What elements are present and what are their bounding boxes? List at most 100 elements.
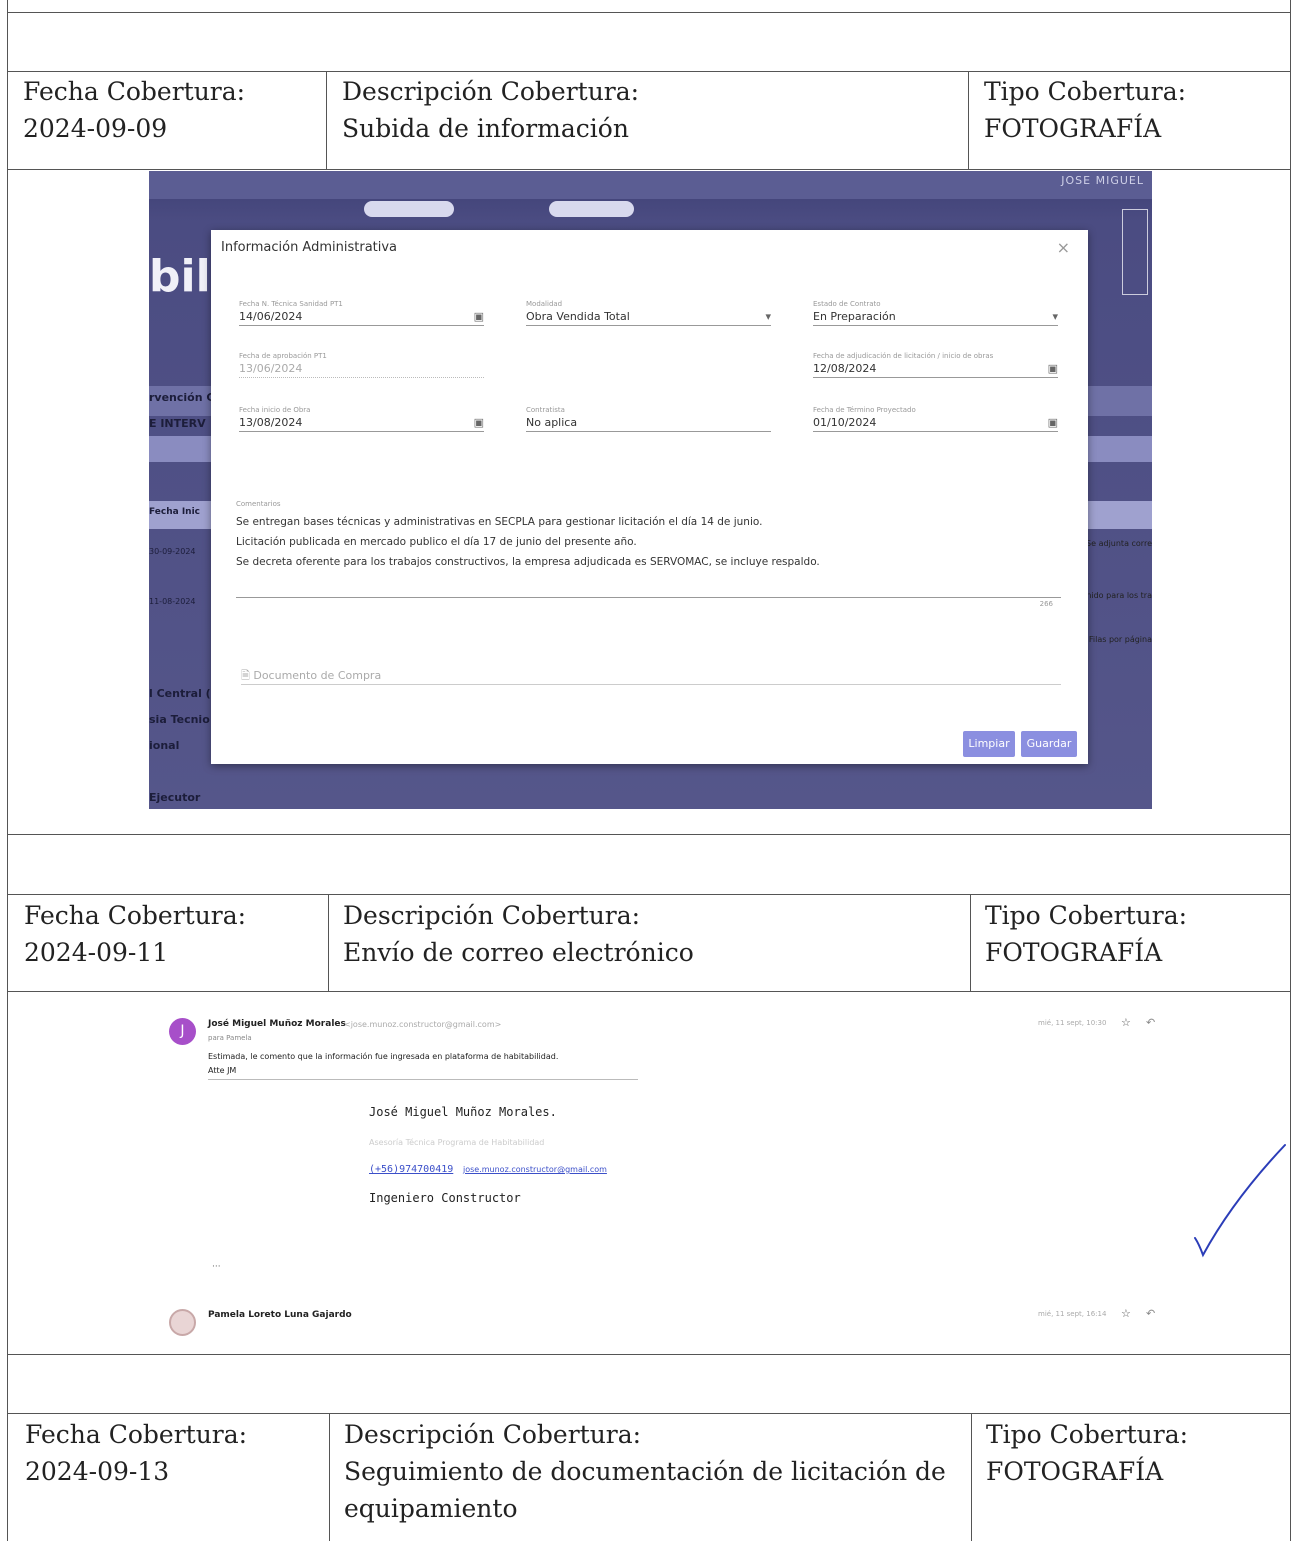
field-label: Fecha de adjudicación de licitación / in…	[813, 352, 994, 360]
checkmark-icon	[1194, 1144, 1286, 1258]
coverage-date-value: 2024-09-09	[23, 114, 168, 143]
table-border	[8, 834, 1290, 835]
field-value: 12/08/2024 ▣	[813, 362, 1058, 378]
show-trimmed-icon[interactable]: ···	[212, 1262, 221, 1272]
field-label: Contratista	[526, 406, 565, 414]
signature-name: José Miguel Muñoz Morales.	[369, 1105, 557, 1119]
field-modalidad[interactable]: Modalidad Obra Vendida Total ▾	[526, 300, 771, 326]
field-value: Obra Vendida Total ▾	[526, 310, 771, 326]
table-border	[8, 169, 1290, 170]
table-border	[8, 1413, 1290, 1414]
coverage-type-label: Tipo Cobertura:	[986, 1420, 1189, 1449]
chevron-down-icon[interactable]: ▾	[1052, 310, 1058, 323]
admin-info-modal: Información Administrativa × Fecha N. Té…	[211, 230, 1088, 764]
coverage-description-value: Envío de correo electrónico	[343, 938, 694, 967]
coverage-type-label: Tipo Cobertura:	[985, 901, 1188, 930]
field-value: En Preparación ▾	[813, 310, 1058, 326]
bg-label: sia Tecnio	[149, 713, 210, 726]
bg-label: Filas por página	[1088, 635, 1152, 644]
sender-email: <jose.munoz.constructor@gmail.com>	[344, 1020, 502, 1029]
calendar-icon[interactable]: ▣	[1048, 362, 1058, 375]
calendar-icon[interactable]: ▣	[474, 310, 484, 323]
star-icon[interactable]: ☆	[1121, 1016, 1131, 1029]
chevron-down-icon[interactable]: ▾	[765, 310, 771, 323]
avatar	[169, 1309, 196, 1336]
document-placeholder: Documento de Compra	[253, 669, 382, 682]
coverage-description-value: Seguimiento de documentación de licitaci…	[344, 1457, 946, 1486]
field-label: Fecha de aprobación PT1	[239, 352, 327, 360]
signature-title: Ingeniero Constructor	[369, 1191, 521, 1205]
bg-label: Fecha Inic	[149, 507, 201, 517]
char-counter: 266	[1039, 600, 1053, 608]
calendar-icon[interactable]: ▣	[1048, 416, 1058, 429]
coverage-type-label: Tipo Cobertura:	[984, 77, 1187, 106]
coverage-date-cell: Fecha Cobertura: 2024-09-13	[25, 1416, 247, 1490]
bg-label: rvención C	[149, 391, 215, 404]
table-border	[8, 1354, 1290, 1355]
field-contratista[interactable]: Contratista No aplica	[526, 406, 771, 432]
document-upload-field[interactable]: 🗎 Documento de Compra	[241, 667, 1061, 685]
comment-line: Se entregan bases técnicas y administrat…	[236, 516, 763, 528]
sender-name: Pamela Loreto Luna Gajardo	[208, 1310, 352, 1320]
table-border	[326, 71, 327, 169]
recipient[interactable]: para Pamela	[208, 1034, 252, 1042]
field-label: Estado de Contrato	[813, 300, 881, 308]
avatar: J	[169, 1018, 196, 1045]
field-fecha-termino[interactable]: Fecha de Término Proyectado 01/10/2024 ▣	[813, 406, 1058, 432]
bg-label: Se adjunta corre	[1086, 539, 1152, 548]
coverage-type-value: FOTOGRAFÍA	[985, 938, 1163, 967]
bg-label: 30-09-2024	[149, 547, 196, 556]
coverage-type-value: FOTOGRAFÍA	[986, 1457, 1164, 1486]
table-border	[328, 894, 329, 991]
comments-textarea[interactable]: Comentarios Se entregan bases técnicas y…	[236, 500, 1061, 598]
signature-phone-link[interactable]: (+56)974700419	[369, 1164, 453, 1175]
field-fecha-tecnica[interactable]: Fecha N. Técnica Sanidad PT1 14/06/2024 ▣	[239, 300, 484, 326]
reply-icon[interactable]: ↶	[1146, 1307, 1155, 1320]
table-border	[329, 1413, 330, 1541]
sender-name: José Miguel Muñoz Morales	[208, 1019, 346, 1029]
coverage-type-cell: Tipo Cobertura: FOTOGRAFÍA	[984, 73, 1186, 147]
email-date: mié, 11 sept, 16:14	[1038, 1310, 1107, 1318]
coverage-description-label: Descripción Cobertura:	[343, 901, 641, 930]
coverage-description-label: Descripción Cobertura:	[342, 77, 640, 106]
field-fecha-aprobacion: Fecha de aprobación PT1 13/06/2024	[239, 352, 484, 378]
coverage-type-cell: Tipo Cobertura: FOTOGRAFÍA	[985, 897, 1187, 971]
calendar-icon[interactable]: ▣	[474, 416, 484, 429]
email-body: Atte JM	[208, 1066, 237, 1075]
email-date: mié, 11 sept, 10:30	[1038, 1019, 1107, 1027]
field-value: 13/06/2024	[239, 362, 484, 378]
table-border	[971, 1413, 972, 1541]
bg-label: E INTERV	[149, 417, 206, 430]
reply-icon[interactable]: ↶	[1146, 1016, 1155, 1029]
coverage-date-value: 2024-09-11	[24, 938, 169, 967]
table-border	[8, 894, 1290, 895]
email-body: Estimada, le comento que la información …	[208, 1052, 559, 1061]
table-border	[968, 71, 969, 169]
field-label: Fecha N. Técnica Sanidad PT1	[239, 300, 343, 308]
field-estado-contrato[interactable]: Estado de Contrato En Preparación ▾	[813, 300, 1058, 326]
star-icon[interactable]: ☆	[1121, 1307, 1131, 1320]
field-fecha-adjudicacion[interactable]: Fecha de adjudicación de licitación / in…	[813, 352, 1058, 378]
bg-label: Ejecutor	[149, 791, 201, 804]
bg-label: 11-08-2024	[149, 597, 196, 606]
coverage-type-cell: Tipo Cobertura: FOTOGRAFÍA	[986, 1416, 1188, 1490]
photo-admin-info-screenshot: JOSE MIGUEL bili rvención C E INTERV Fec…	[149, 171, 1152, 809]
attachment-icon: 🗎	[241, 669, 250, 682]
banner-decoration	[549, 201, 634, 217]
table-border	[970, 894, 971, 991]
table-border	[8, 12, 1290, 13]
field-value: 01/10/2024 ▣	[813, 416, 1058, 432]
close-icon[interactable]: ×	[1057, 238, 1070, 257]
comment-line: Se decreta oferente para los trabajos co…	[236, 556, 820, 568]
bg-label: ional	[149, 739, 180, 752]
coverage-description-cell: Descripción Cobertura: Seguimiento de do…	[344, 1416, 946, 1527]
logo-shield-icon	[1122, 209, 1148, 295]
field-label: Fecha de Término Proyectado	[813, 406, 916, 414]
bg-label: l Central (	[149, 687, 211, 700]
clear-button[interactable]: Limpiar	[963, 731, 1015, 757]
coverage-type-value: FOTOGRAFÍA	[984, 114, 1162, 143]
signature-email-link[interactable]: jose.munoz.constructor@gmail.com	[463, 1165, 607, 1174]
field-fecha-inicio-obra[interactable]: Fecha inicio de Obra 13/08/2024 ▣	[239, 406, 484, 432]
coverage-date-cell: Fecha Cobertura: 2024-09-09	[23, 73, 245, 147]
save-button[interactable]: Guardar	[1021, 731, 1077, 757]
